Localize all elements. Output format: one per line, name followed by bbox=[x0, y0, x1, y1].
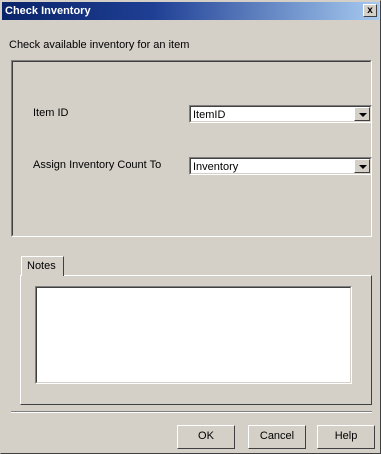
help-button[interactable]: Help bbox=[317, 425, 375, 449]
window-title: Check Inventory bbox=[5, 5, 91, 17]
assign-count-dropdown-button[interactable] bbox=[354, 159, 370, 173]
ok-button[interactable]: OK bbox=[177, 425, 235, 449]
parameters-panel: Item ID ItemID Assign Inventory Count To… bbox=[11, 60, 372, 237]
item-id-label: Item ID bbox=[33, 107, 69, 119]
item-id-dropdown-button[interactable] bbox=[354, 107, 370, 121]
assign-count-combo[interactable]: Inventory bbox=[189, 157, 372, 175]
assign-count-value: Inventory bbox=[193, 161, 239, 173]
notes-textarea[interactable] bbox=[35, 286, 352, 384]
notes-tab-panel bbox=[20, 275, 372, 405]
item-id-combo[interactable]: ItemID bbox=[189, 105, 372, 123]
item-id-value: ItemID bbox=[193, 109, 226, 121]
button-separator bbox=[11, 411, 372, 413]
check-inventory-dialog: Check Inventory x Check available invent… bbox=[0, 0, 381, 454]
notes-text bbox=[36, 287, 351, 383]
chevron-down-icon bbox=[359, 113, 367, 117]
title-bar[interactable]: Check Inventory x bbox=[2, 2, 379, 20]
cancel-button[interactable]: Cancel bbox=[248, 425, 306, 449]
assign-count-label: Assign Inventory Count To bbox=[33, 159, 162, 171]
intro-text: Check available inventory for an item bbox=[9, 39, 190, 51]
close-button[interactable]: x bbox=[363, 4, 377, 17]
chevron-down-icon bbox=[359, 165, 367, 169]
tab-notes[interactable]: Notes bbox=[21, 256, 64, 276]
close-icon: x bbox=[367, 5, 373, 16]
